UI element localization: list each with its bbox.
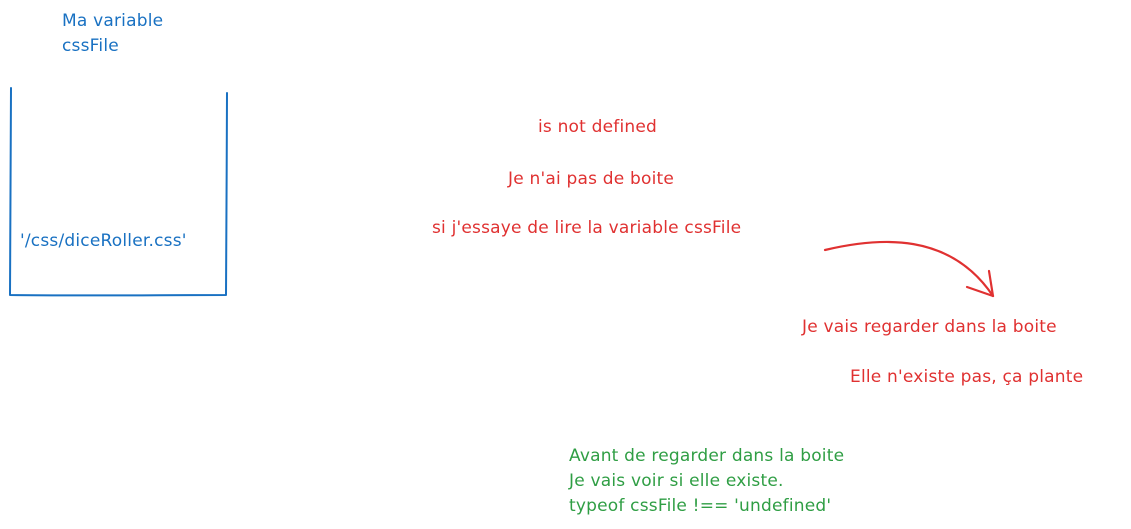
variable-title-line2: cssFile xyxy=(62,36,119,56)
solution-text-line2: Je vais voir si elle existe. xyxy=(569,471,784,491)
diagram-canvas xyxy=(9,87,995,298)
error-text-not-defined: is not defined xyxy=(538,117,658,137)
error-text-look-in-box: Je vais regarder dans la boite xyxy=(802,317,1057,337)
solution-code: typeof cssFile !== 'undefined' xyxy=(569,496,832,516)
solution-text-line1: Avant de regarder dans la boite xyxy=(569,446,845,466)
error-text-read-attempt: si j'essaye de lire la variable cssFile xyxy=(432,218,742,238)
variable-box xyxy=(9,87,228,297)
error-text-no-box: Je n'ai pas de boite xyxy=(508,169,675,189)
variable-title-line1: Ma variable xyxy=(62,11,164,31)
error-text-crash: Elle n'existe pas, ça plante xyxy=(850,367,1084,387)
variable-value: '/css/diceRoller.css' xyxy=(20,231,187,251)
